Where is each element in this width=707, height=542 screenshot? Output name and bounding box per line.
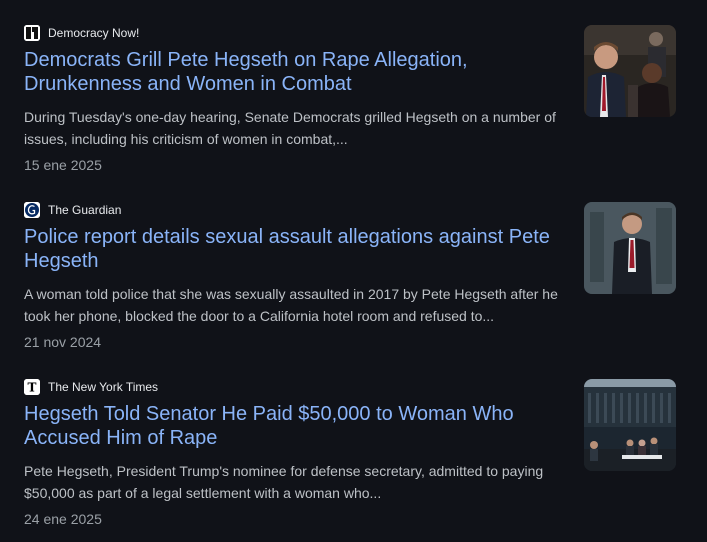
result-title-link[interactable]: Police report details sexual assault all…: [24, 225, 564, 273]
democracy-now-favicon-icon: [24, 25, 40, 41]
result-thumbnail[interactable]: [584, 202, 676, 294]
result-date: 15 ene 2025: [24, 157, 102, 173]
source-row[interactable]: The Guardian: [24, 202, 121, 218]
news-result[interactable]: Democracy Now! Democrats Grill Pete Hegs…: [0, 0, 707, 173]
result-title-link[interactable]: Democrats Grill Pete Hegseth on Rape All…: [24, 48, 564, 96]
result-title-link[interactable]: Hegseth Told Senator He Paid $50,000 to …: [24, 402, 564, 450]
source-row[interactable]: Democracy Now!: [24, 25, 139, 41]
result-snippet: During Tuesday's one-day hearing, Senate…: [24, 109, 556, 147]
result-thumbnail[interactable]: [584, 25, 676, 117]
guardian-favicon-icon: [24, 202, 40, 218]
source-row[interactable]: T The New York Times: [24, 379, 158, 395]
news-result[interactable]: T The New York Times Hegseth Told Senato…: [0, 354, 707, 527]
result-snippet: Pete Hegseth, President Trump's nominee …: [24, 463, 544, 501]
news-result[interactable]: The Guardian Police report details sexua…: [0, 177, 707, 350]
source-name: Democracy Now!: [48, 26, 140, 40]
news-results-list: Democracy Now! Democrats Grill Pete Hegs…: [0, 0, 707, 542]
source-name: The New York Times: [48, 380, 159, 394]
result-date: 21 nov 2024: [24, 334, 102, 350]
nyt-favicon-icon: T: [24, 379, 40, 395]
svg-text:T: T: [28, 381, 37, 395]
result-snippet: A woman told police that she was sexuall…: [24, 286, 558, 324]
source-name: The Guardian: [48, 203, 122, 217]
result-thumbnail[interactable]: [584, 379, 676, 471]
result-date: 24 ene 2025: [24, 511, 102, 527]
